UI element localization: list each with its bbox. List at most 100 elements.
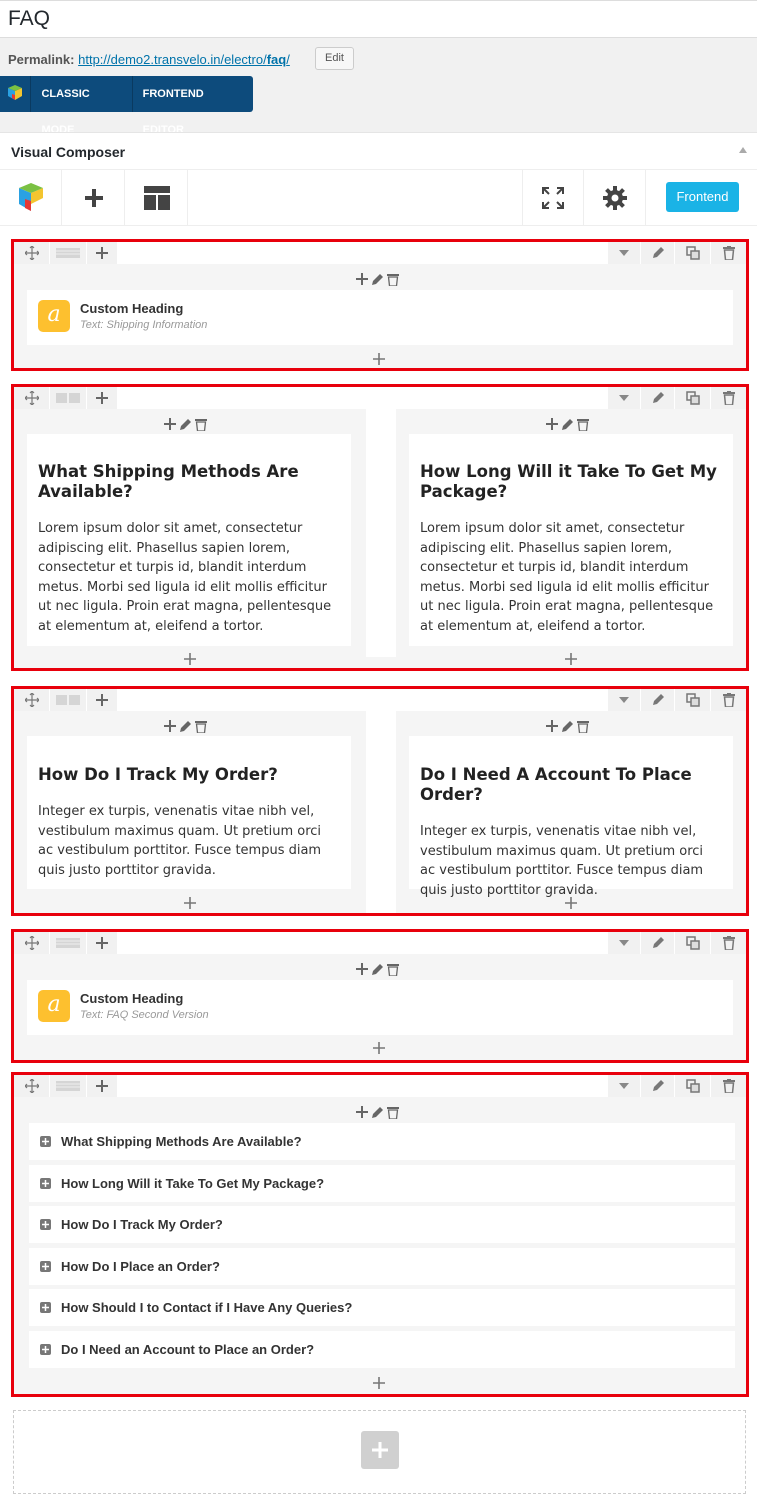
row-layout-icon[interactable]: [50, 1075, 86, 1097]
accordion-item[interactable]: How Do I Place an Order?: [29, 1248, 735, 1285]
column-add-icon[interactable]: [356, 1106, 368, 1118]
vc-panel-header[interactable]: Visual Composer: [0, 132, 757, 170]
row-clone-icon[interactable]: [675, 242, 710, 264]
column-add-icon[interactable]: [546, 720, 558, 732]
expand-plus-icon[interactable]: [40, 1261, 51, 1272]
row-layout-icon[interactable]: [50, 689, 86, 711]
add-element-icon[interactable]: [183, 652, 197, 666]
row-clone-icon[interactable]: [675, 932, 710, 954]
classic-mode-button[interactable]: CLASSIC MODE: [30, 76, 131, 136]
row-clone-icon[interactable]: [675, 387, 710, 409]
accordion-item-title: How Do I Place an Order?: [61, 1259, 220, 1274]
column-delete-icon[interactable]: [577, 418, 589, 431]
row-move-icon[interactable]: [14, 387, 49, 409]
row-add-column-icon[interactable]: [87, 387, 117, 409]
row-edit-pencil-icon[interactable]: [641, 1075, 674, 1097]
row-delete-icon[interactable]: [711, 1075, 746, 1097]
accordion-item[interactable]: Do I Need an Account to Place an Order?: [29, 1331, 735, 1368]
add-element-icon[interactable]: [372, 352, 386, 366]
column-add-icon[interactable]: [356, 963, 368, 975]
frontend-editor-button[interactable]: FRONTEND EDITOR: [131, 76, 253, 136]
templates-icon[interactable]: [126, 170, 188, 226]
row-move-icon[interactable]: [14, 1075, 49, 1097]
column-add-icon[interactable]: [356, 273, 368, 285]
accordion-item[interactable]: How Do I Track My Order?: [29, 1206, 735, 1243]
row-delete-icon[interactable]: [711, 387, 746, 409]
row-toggle-icon[interactable]: [608, 1075, 640, 1097]
row-edit-pencil-icon[interactable]: [641, 932, 674, 954]
custom-heading-element[interactable]: a Custom Heading Text: FAQ Second Versio…: [27, 980, 733, 1035]
row-controls: [14, 689, 746, 711]
row-clone-icon[interactable]: [675, 1075, 710, 1097]
accordion-item[interactable]: How Long Will it Take To Get My Package?: [29, 1165, 735, 1202]
expand-plus-icon[interactable]: [40, 1136, 51, 1147]
row-move-icon[interactable]: [14, 242, 49, 264]
expand-plus-icon[interactable]: [40, 1344, 51, 1355]
page-title-input[interactable]: FAQ: [8, 7, 50, 31]
row-toggle-icon[interactable]: [608, 932, 640, 954]
column-edit-pencil-icon[interactable]: [371, 273, 384, 286]
add-element-icon[interactable]: [372, 1041, 386, 1055]
column-add-icon[interactable]: [164, 720, 176, 732]
text-block-element[interactable]: How Do I Track My Order? Integer ex turp…: [27, 736, 351, 889]
add-element-icon[interactable]: [372, 1376, 386, 1390]
row-add-column-icon[interactable]: [87, 1075, 117, 1097]
row-layout-icon[interactable]: [50, 932, 86, 954]
column-delete-icon[interactable]: [195, 720, 207, 733]
row-add-column-icon[interactable]: [87, 932, 117, 954]
text-block-body: Integer ex turpis, venenatis vitae nibh …: [420, 824, 704, 898]
row-add-column-icon[interactable]: [87, 689, 117, 711]
vc-toolbar-logo-icon[interactable]: [0, 170, 62, 226]
add-row-button[interactable]: [361, 1431, 399, 1469]
column-edit-pencil-icon[interactable]: [561, 720, 574, 733]
add-element-icon[interactable]: [564, 652, 578, 666]
row-delete-icon[interactable]: [711, 932, 746, 954]
row-toggle-icon[interactable]: [608, 242, 640, 264]
collapse-arrow-icon[interactable]: [739, 147, 747, 153]
permalink-edit-button[interactable]: Edit: [315, 47, 354, 70]
row-layout-icon[interactable]: [50, 387, 86, 409]
row-add-column-icon[interactable]: [87, 242, 117, 264]
text-block-element[interactable]: Do I Need A Account To Place Order? Inte…: [409, 736, 733, 898]
row-clone-icon[interactable]: [675, 689, 710, 711]
row-edit-pencil-icon[interactable]: [641, 387, 674, 409]
expand-plus-icon[interactable]: [40, 1219, 51, 1230]
column-delete-icon[interactable]: [387, 963, 399, 976]
expand-plus-icon[interactable]: [40, 1178, 51, 1189]
row-toggle-icon[interactable]: [608, 689, 640, 711]
frontend-button[interactable]: Frontend: [666, 182, 739, 212]
accordion-item-title: What Shipping Methods Are Available?: [61, 1134, 302, 1149]
column-edit-pencil-icon[interactable]: [561, 418, 574, 431]
permalink-link[interactable]: http://demo2.transvelo.in/electro/faq/: [78, 52, 290, 67]
column-add-icon[interactable]: [164, 418, 176, 430]
expand-plus-icon[interactable]: [40, 1302, 51, 1313]
row-move-icon[interactable]: [14, 932, 49, 954]
column-delete-icon[interactable]: [195, 418, 207, 431]
row-edit-pencil-icon[interactable]: [641, 242, 674, 264]
add-element-icon[interactable]: [564, 896, 578, 910]
column-delete-icon[interactable]: [387, 273, 399, 286]
column-edit-pencil-icon[interactable]: [371, 1106, 384, 1119]
text-block-body: Integer ex turpis, venenatis vitae nibh …: [38, 804, 322, 878]
row-delete-icon[interactable]: [711, 689, 746, 711]
text-block-element[interactable]: How Long Will it Take To Get My Package?…: [409, 434, 733, 646]
column-edit-pencil-icon[interactable]: [179, 418, 192, 431]
accordion-item[interactable]: How Should I to Contact if I Have Any Qu…: [29, 1289, 735, 1326]
fullscreen-icon[interactable]: [522, 170, 584, 226]
custom-heading-element[interactable]: a Custom Heading Text: Shipping Informat…: [27, 290, 733, 345]
column-edit-pencil-icon[interactable]: [371, 963, 384, 976]
add-element-icon[interactable]: [63, 170, 125, 226]
column-add-icon[interactable]: [546, 418, 558, 430]
accordion-item[interactable]: What Shipping Methods Are Available?: [29, 1123, 735, 1160]
column-delete-icon[interactable]: [387, 1106, 399, 1119]
row-edit-pencil-icon[interactable]: [641, 689, 674, 711]
text-block-element[interactable]: What Shipping Methods Are Available? Lor…: [27, 434, 351, 646]
row-toggle-icon[interactable]: [608, 387, 640, 409]
column-delete-icon[interactable]: [577, 720, 589, 733]
column-edit-pencil-icon[interactable]: [179, 720, 192, 733]
settings-gear-icon[interactable]: [584, 170, 646, 226]
row-move-icon[interactable]: [14, 689, 49, 711]
add-element-icon[interactable]: [183, 896, 197, 910]
row-delete-icon[interactable]: [711, 242, 746, 264]
row-layout-icon[interactable]: [50, 242, 86, 264]
